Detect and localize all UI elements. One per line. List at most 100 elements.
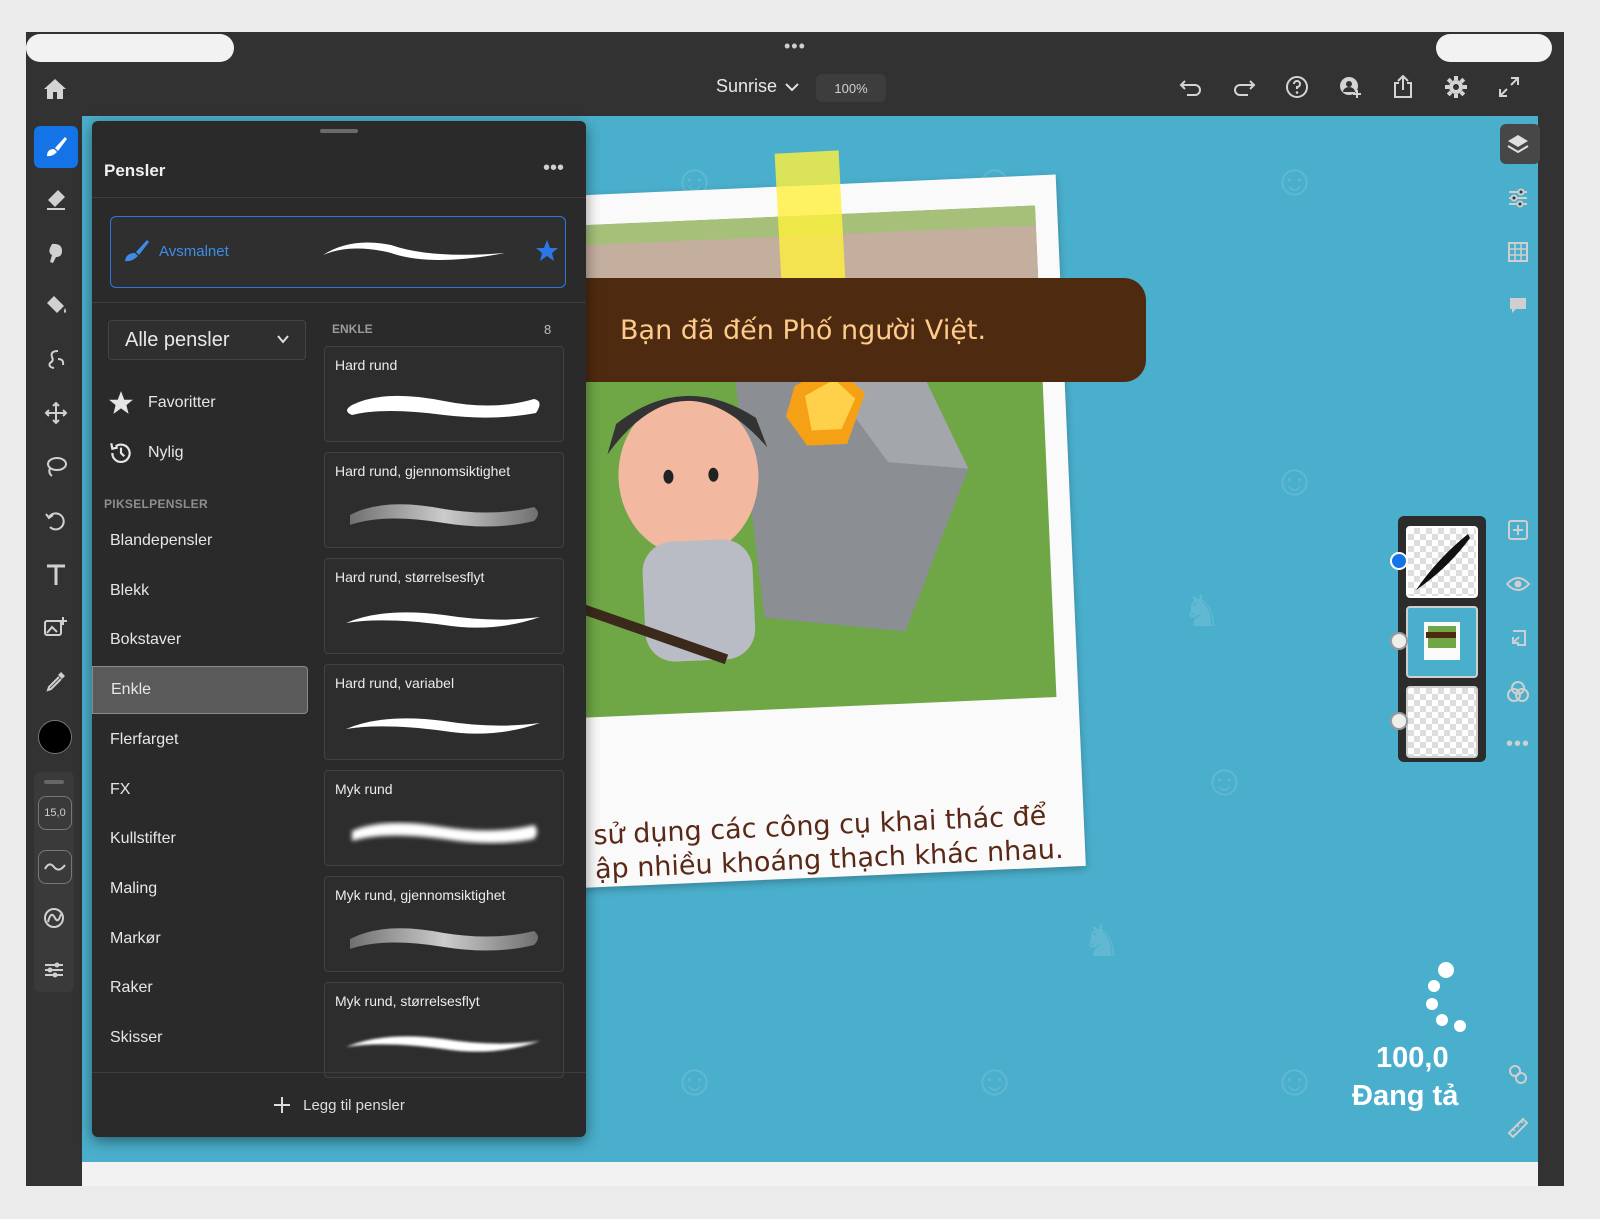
brush-item[interactable]: Hard rund, gjennomsiktighet: [324, 452, 564, 548]
quick-favorites-label: Favoritter: [148, 394, 216, 411]
divider: [92, 197, 586, 198]
place-image-tool-icon[interactable]: [34, 606, 78, 648]
left-toolbar: 15,0: [26, 116, 82, 1186]
adjustments-icon[interactable]: [1496, 178, 1540, 218]
category-item[interactable]: Kullstifter: [92, 815, 308, 863]
current-brush-name: Avsmalnet: [159, 243, 229, 260]
help-icon[interactable]: [1282, 72, 1312, 102]
fill-bucket-tool-icon[interactable]: [34, 284, 78, 326]
category-item[interactable]: Flerfarget: [92, 716, 308, 764]
layer-thumb-empty[interactable]: [1406, 686, 1478, 758]
zoom-level[interactable]: 100%: [816, 74, 886, 102]
layer-thumb-image[interactable]: [1406, 606, 1478, 678]
pattern-smiley-icon: ☺: [1272, 456, 1317, 505]
category-item[interactable]: FX: [92, 766, 308, 814]
image-layer-indicator-icon: [1390, 712, 1408, 730]
pressure-icon[interactable]: [38, 902, 70, 934]
color-swatch[interactable]: [38, 720, 72, 754]
brush-set-select[interactable]: Alle pensler: [108, 320, 306, 360]
brush-options-icon[interactable]: [38, 954, 70, 986]
image-layer-indicator-icon: [1390, 632, 1408, 650]
brush-item[interactable]: Myk rund, størrelsesflyt: [324, 982, 564, 1078]
group-label: ENKLE: [332, 322, 373, 336]
brush-item[interactable]: Hard rund, størrelsesflyt: [324, 558, 564, 654]
move-tool-icon[interactable]: [34, 392, 78, 434]
blend-mode-icon[interactable]: [1496, 672, 1540, 712]
pattern-smiley-icon: ☺: [1272, 156, 1317, 205]
undo-icon[interactable]: [1176, 72, 1206, 102]
category-item[interactable]: Raker: [92, 964, 308, 1012]
size-slider-handle[interactable]: [44, 780, 64, 784]
loading-spinner-icon: [1426, 962, 1466, 1032]
document-title-menu[interactable]: Sunrise: [716, 76, 799, 97]
brush-item[interactable]: Hard rund: [324, 346, 564, 442]
layers-panel: [1390, 516, 1486, 762]
transform-tool-icon[interactable]: [34, 500, 78, 542]
divider: [92, 302, 586, 303]
brush-name: Hard rund, variabel: [335, 675, 455, 691]
smudge-tool-icon[interactable]: [34, 232, 78, 274]
category-label: Kullstifter: [110, 830, 176, 848]
invite-user-icon[interactable]: [1335, 72, 1365, 102]
brush-stroke-preview: [347, 395, 540, 418]
category-item[interactable]: Blekk: [92, 567, 308, 615]
fullscreen-icon[interactable]: [1494, 72, 1524, 102]
panel-more-icon[interactable]: •••: [543, 157, 564, 180]
brush-name: Hard rund, størrelsesflyt: [335, 569, 485, 585]
add-brushes-button[interactable]: Legg til pensler: [92, 1072, 586, 1137]
layer-effects-icon[interactable]: [1496, 1054, 1540, 1094]
category-label: Bokstaver: [110, 631, 182, 649]
pattern-smiley-icon: ☺: [672, 1056, 717, 1105]
text-tool-icon[interactable]: [34, 554, 78, 596]
brush-tool-icon[interactable]: [34, 126, 78, 168]
category-item[interactable]: Markør: [92, 915, 308, 963]
comments-icon[interactable]: [1496, 286, 1540, 326]
eraser-tool-icon[interactable]: [34, 178, 78, 220]
brush-stroke-preview: [352, 822, 537, 843]
brush-item[interactable]: Hard rund, variabel: [324, 664, 564, 760]
multitask-dots-icon[interactable]: •••: [784, 36, 806, 57]
layer-thumb-brush[interactable]: [1406, 526, 1478, 598]
quick-favorites[interactable]: Favoritter: [92, 379, 308, 427]
lasso-tool-icon[interactable]: [34, 446, 78, 488]
quick-recent[interactable]: Nylig: [92, 429, 308, 477]
add-layer-icon[interactable]: [1496, 510, 1540, 550]
brush-stroke-preview: [350, 928, 538, 951]
visibility-eye-icon[interactable]: [1496, 564, 1540, 604]
favorite-star-icon[interactable]: [535, 239, 559, 263]
category-item[interactable]: Blandepensler: [92, 517, 308, 565]
panel-drag-handle[interactable]: [320, 129, 358, 133]
grid-icon[interactable]: [1496, 232, 1540, 272]
current-brush-card[interactable]: Avsmalnet: [110, 216, 566, 288]
category-item[interactable]: Enkle: [92, 666, 308, 715]
liquify-tool-icon[interactable]: [34, 338, 78, 380]
ruler-icon[interactable]: [1496, 1108, 1540, 1148]
pattern-smiley-icon: ☺: [1272, 1056, 1317, 1105]
settings-gear-icon[interactable]: [1441, 72, 1471, 102]
category-item[interactable]: Bokstaver: [92, 616, 308, 664]
category-label: FX: [110, 780, 131, 798]
category-item[interactable]: Skisser: [92, 1014, 308, 1062]
redo-icon[interactable]: [1229, 72, 1259, 102]
more-options-icon[interactable]: •••: [1496, 724, 1540, 764]
tape-decoration: [774, 150, 846, 284]
layer-type-indicator-icon: [1390, 552, 1408, 570]
home-icon[interactable]: [40, 74, 70, 104]
panel-title: Pensler: [104, 161, 166, 180]
group-count: 8: [544, 322, 552, 337]
history-icon: [110, 443, 131, 464]
category-label: Raker: [110, 979, 153, 997]
dialog-banner: Bạn đã đến Phố người Việt.: [586, 278, 1146, 382]
merge-down-icon[interactable]: [1496, 618, 1540, 658]
stroke-smoothing-icon[interactable]: [38, 850, 72, 884]
brush-item[interactable]: Myk rund, gjennomsiktighet: [324, 876, 564, 972]
pattern-cat-icon: ♞: [1082, 917, 1122, 966]
category-label: Blekk: [110, 581, 150, 599]
eyedropper-tool-icon[interactable]: [34, 660, 78, 702]
brush-item[interactable]: Myk rund: [324, 770, 564, 866]
category-item[interactable]: Maling: [92, 865, 308, 913]
share-icon[interactable]: [1388, 72, 1418, 102]
layers-icon[interactable]: [1496, 124, 1540, 164]
brush-size-value[interactable]: 15,0: [38, 796, 72, 830]
category-label: Flerfarget: [110, 730, 179, 748]
